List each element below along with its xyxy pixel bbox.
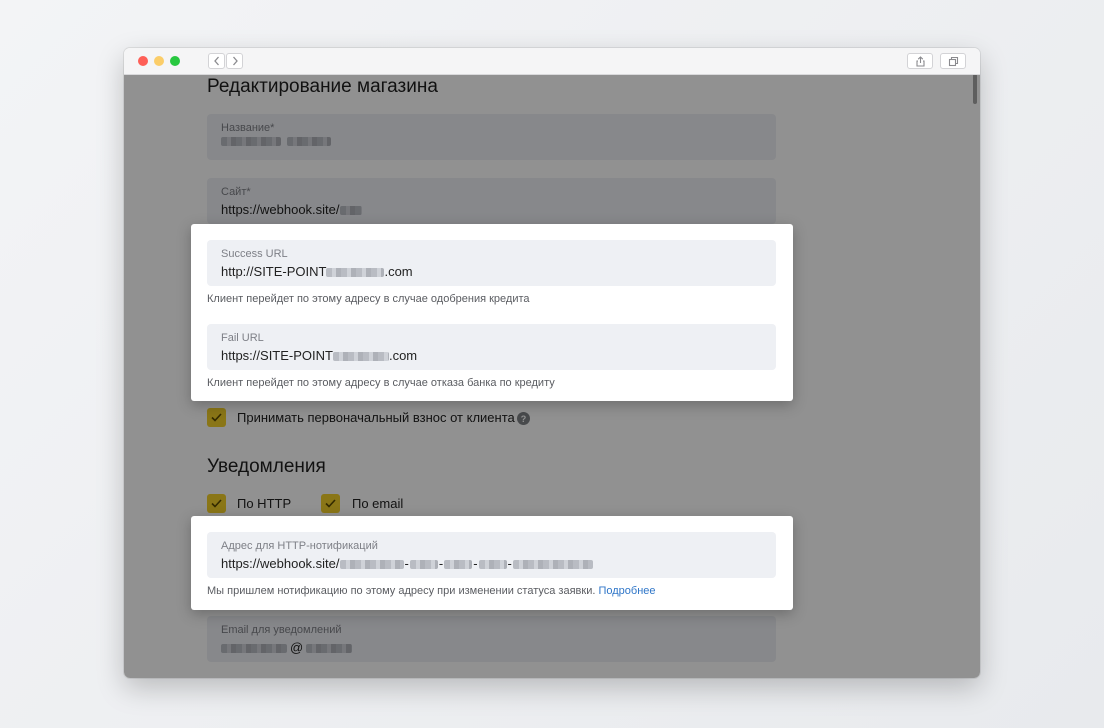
- success-url-label: Success URL: [221, 248, 288, 260]
- redacted-text: [444, 559, 473, 569]
- http-notification-panel: Адрес для HTTP-нотификаций https://webho…: [191, 516, 793, 610]
- redirect-urls-panel: Success URL http://SITE-POINT .com Клиен…: [191, 224, 793, 401]
- http-address-value: https://webhook.site/ - - - -: [221, 555, 776, 573]
- forward-button[interactable]: [226, 53, 243, 69]
- fail-url-hint: Клиент перейдет по этому адресу в случае…: [207, 377, 555, 389]
- redacted-text: [478, 559, 507, 569]
- http-address-hint: Мы пришлем нотификацию по этому адресу п…: [207, 585, 656, 597]
- page-content: Редактирование магазина Название* Сайт* …: [124, 74, 980, 678]
- browser-window: Редактирование магазина Название* Сайт* …: [124, 48, 980, 678]
- redacted-text: [339, 559, 404, 569]
- back-button[interactable]: [208, 53, 225, 69]
- success-url-suffix: .com: [384, 264, 413, 279]
- url-separator: -: [404, 556, 409, 571]
- redacted-text: [326, 267, 385, 277]
- url-separator: -: [507, 556, 512, 571]
- success-url-value: http://SITE-POINT .com: [221, 263, 776, 281]
- http-address-field[interactable]: Адрес для HTTP-нотификаций https://webho…: [207, 532, 776, 578]
- http-address-label: Адрес для HTTP-нотификаций: [221, 540, 378, 552]
- success-url-field[interactable]: Success URL http://SITE-POINT .com: [207, 240, 776, 286]
- fail-url-label: Fail URL: [221, 332, 264, 344]
- chevron-left-icon: [213, 56, 219, 66]
- share-icon: [915, 55, 925, 67]
- fail-url-prefix: https://SITE-POINT: [221, 348, 333, 363]
- success-url-prefix: http://SITE-POINT: [221, 264, 327, 279]
- tabs-overview-button[interactable]: [940, 53, 966, 69]
- fail-url-value: https://SITE-POINT .com: [221, 347, 776, 365]
- zoom-window-button[interactable]: [170, 56, 180, 66]
- minimize-window-button[interactable]: [154, 56, 164, 66]
- redacted-text: [332, 351, 389, 361]
- window-titlebar: [124, 48, 980, 75]
- redacted-text: [512, 559, 593, 569]
- url-separator: -: [438, 556, 444, 571]
- url-separator: -: [473, 556, 478, 571]
- http-address-hint-text: Мы пришлем нотификацию по этому адресу п…: [207, 585, 596, 597]
- chevron-right-icon: [232, 56, 238, 66]
- fail-url-suffix: .com: [388, 348, 418, 363]
- more-info-link[interactable]: Подробнее: [598, 585, 655, 597]
- scrollbar-thumb[interactable]: [973, 74, 977, 104]
- close-window-button[interactable]: [138, 56, 148, 66]
- share-button[interactable]: [907, 53, 933, 69]
- http-address-prefix: https://webhook.site/: [221, 556, 340, 571]
- tabs-icon: [948, 56, 958, 66]
- success-url-hint: Клиент перейдет по этому адресу в случае…: [207, 293, 530, 305]
- fail-url-field[interactable]: Fail URL https://SITE-POINT .com: [207, 324, 776, 370]
- redacted-text: [409, 559, 438, 569]
